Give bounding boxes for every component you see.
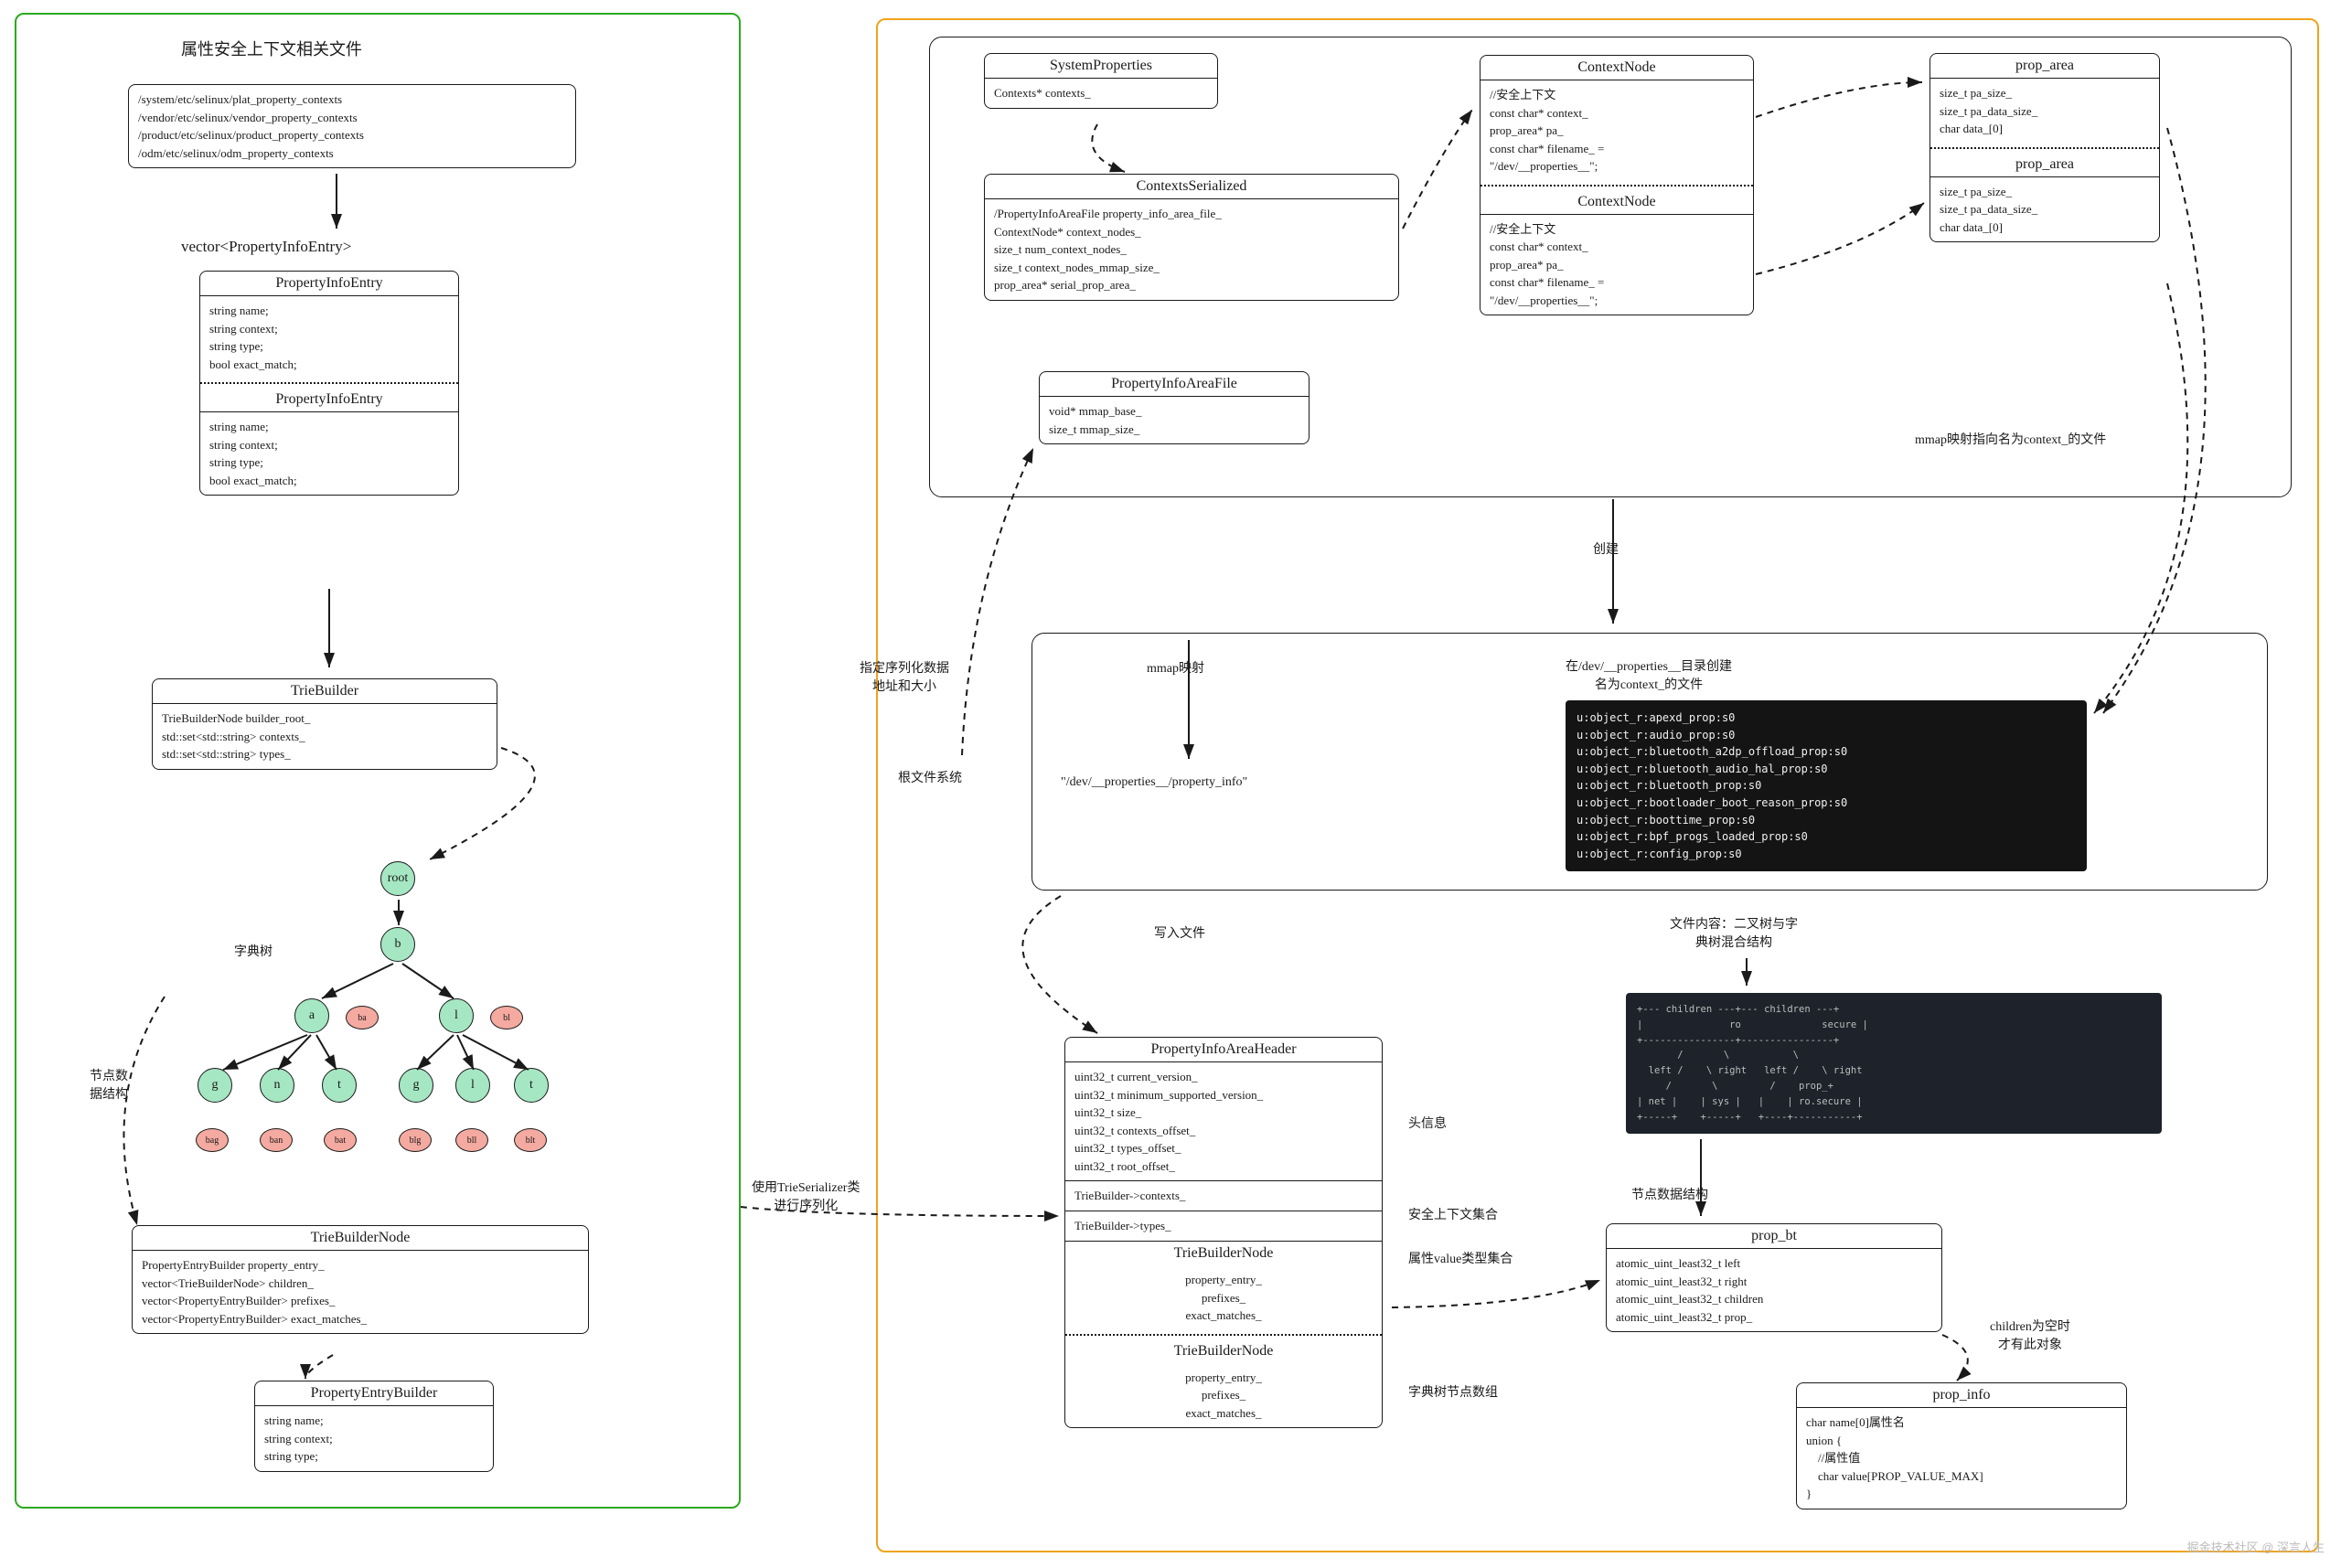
pie-body-1: string name; string context; string type…: [200, 296, 458, 379]
cn-title-1: ContextNode: [1480, 56, 1753, 80]
system-properties-box: SystemProperties Contexts* contexts_: [984, 53, 1218, 109]
context-node-box-1: ContextNode //安全上下文 const char* context_…: [1480, 55, 1754, 315]
contexts-serialized-box: ContextsSerialized /PropertyInfoAreaFile…: [984, 174, 1399, 301]
mmap-file-label: mmap映射指向名为context_的文件: [1915, 430, 2106, 448]
pie-body-2: string name; string context; string type…: [200, 412, 458, 495]
create-label: 创建: [1593, 539, 1619, 558]
node-t: t: [322, 1068, 357, 1103]
leaf-bag: bag: [196, 1128, 229, 1152]
leaf-bll: bll: [455, 1128, 488, 1152]
cs-body: /PropertyInfoAreaFile property_info_area…: [985, 199, 1398, 300]
ctx-label: 安全上下文集合: [1408, 1205, 1498, 1223]
children-label: children为空时 才有此对象: [1990, 1317, 2070, 1353]
pa-title-2: prop_area: [1930, 153, 2159, 177]
leaf-bat: bat: [324, 1128, 357, 1152]
leaf-bl: bl: [490, 1006, 523, 1029]
selinux-code: u:object_r:apexd_prop:s0 u:object_r:audi…: [1566, 700, 2087, 871]
tbn-nb2: property_entry_ prefixes_ exact_matches_: [1065, 1363, 1382, 1428]
node-a: a: [294, 998, 329, 1033]
pbt-title: prop_bt: [1607, 1224, 1941, 1249]
tbn-title: TrieBuilderNode: [133, 1226, 588, 1251]
hdr-label: 头信息: [1408, 1114, 1447, 1132]
leaf-ba: ba: [346, 1006, 379, 1029]
pinfo-title: prop_info: [1797, 1383, 2126, 1408]
cn-body-1: //安全上下文 const char* context_ prop_area* …: [1480, 80, 1753, 181]
piah-title: PropertyInfoAreaHeader: [1065, 1038, 1382, 1062]
trie-builder-box: TrieBuilder TrieBuilderNode builder_root…: [152, 678, 497, 770]
type-label: 属性value类型集合: [1408, 1249, 1513, 1267]
rootfs-label: 根文件系统: [898, 768, 962, 786]
propinfo-path: "/dev/__properties__/property_info": [1061, 775, 1247, 790]
watermark: 掘金技术社区 @ 深言人生: [2187, 1538, 2325, 1555]
piaf-title: PropertyInfoAreaFile: [1040, 372, 1309, 397]
pa-title-1: prop_area: [1930, 54, 2159, 79]
node-ds-label2: 节点数据结构: [1631, 1185, 1708, 1203]
pa-body-1: size_t pa_size_ size_t pa_data_size_ cha…: [1930, 79, 2159, 144]
leaf-blt: blt: [514, 1128, 547, 1152]
left-title: 属性安全上下文相关文件: [181, 37, 362, 60]
devdir-label: 在/dev/__properties__目录创建 名为context_的文件: [1566, 656, 1732, 693]
tbn-n1: TrieBuilderNode: [1065, 1242, 1382, 1265]
tb-body: TrieBuilderNode builder_root_ std::set<s…: [153, 704, 497, 769]
cn-title-2: ContextNode: [1480, 190, 1753, 215]
leaf-blg: blg: [399, 1128, 432, 1152]
node-l: l: [439, 998, 474, 1033]
write-label: 写入文件: [1154, 923, 1205, 942]
node-l2: l: [455, 1068, 490, 1103]
node-n: n: [260, 1068, 294, 1103]
pie-title-2: PropertyInfoEntry: [200, 388, 458, 412]
cn-body-2: //安全上下文 const char* context_ prop_area* …: [1480, 215, 1753, 315]
addr-label: 指定序列化数据 地址和大小: [860, 658, 949, 695]
files-text: /system/etc/selinux/plat_property_contex…: [129, 85, 575, 167]
property-info-entry-box: PropertyInfoEntry string name; string co…: [199, 271, 459, 496]
tbn-n2: TrieBuilderNode: [1065, 1339, 1382, 1363]
trie-builder-node-box: TrieBuilderNode PropertyEntryBuilder pro…: [132, 1225, 589, 1334]
content-label: 文件内容：二叉树与字 典树混合结构: [1670, 914, 1798, 951]
pinfo-body: char name[0]属性名 union { //属性值 char value…: [1797, 1408, 2126, 1509]
node-ds-label: 节点数 据结构: [90, 1066, 128, 1103]
node-g: g: [198, 1068, 232, 1103]
sp-title: SystemProperties: [985, 54, 1217, 79]
tb-ctx: TrieBuilder->contexts_: [1065, 1180, 1382, 1211]
node-b: b: [380, 927, 415, 962]
pa-body-2: size_t pa_size_ size_t pa_data_size_ cha…: [1930, 177, 2159, 242]
peb-title: PropertyEntryBuilder: [255, 1381, 493, 1406]
pbt-body: atomic_uint_least32_t left atomic_uint_l…: [1607, 1249, 1941, 1331]
prop-area-box: prop_area size_t pa_size_ size_t pa_data…: [1929, 53, 2160, 242]
tb-title: TrieBuilder: [153, 679, 497, 704]
serialize-label: 使用TrieSerializer类 进行序列化: [752, 1178, 860, 1214]
tree-ascii: +--- children ---+--- children ---+ | ro…: [1626, 993, 2162, 1134]
piah-body: uint32_t current_version_ uint32_t minim…: [1065, 1062, 1382, 1180]
sp-body: Contexts* contexts_: [985, 79, 1217, 108]
node-g2: g: [399, 1068, 433, 1103]
prop-info-box: prop_info char name[0]属性名 union { //属性值 …: [1796, 1382, 2127, 1509]
mmap-label: mmap映射: [1147, 658, 1204, 677]
tree-label: 字典树: [234, 942, 273, 960]
cs-title: ContextsSerialized: [985, 175, 1398, 199]
property-info-area-header-box: PropertyInfoAreaHeader uint32_t current_…: [1064, 1037, 1383, 1428]
vector-label: vector<PropertyInfoEntry>: [181, 238, 351, 256]
piaf-body: void* mmap_base_ size_t mmap_size_: [1040, 397, 1309, 443]
node-root: root: [380, 861, 415, 896]
tb-types: TrieBuilder->types_: [1065, 1211, 1382, 1241]
trie-arr-label: 字典树节点数组: [1408, 1382, 1498, 1401]
tbn-body: PropertyEntryBuilder property_entry_ vec…: [133, 1251, 588, 1333]
files-box: /system/etc/selinux/plat_property_contex…: [128, 84, 576, 168]
pie-title-1: PropertyInfoEntry: [200, 272, 458, 296]
peb-body: string name; string context; string type…: [255, 1406, 493, 1471]
tbn-nb1: property_entry_ prefixes_ exact_matches_: [1065, 1265, 1382, 1330]
node-t2: t: [514, 1068, 549, 1103]
prop-bt-box: prop_bt atomic_uint_least32_t left atomi…: [1606, 1223, 1942, 1332]
leaf-ban: ban: [260, 1128, 293, 1152]
property-entry-builder-box: PropertyEntryBuilder string name; string…: [254, 1381, 494, 1472]
property-info-area-file-box: PropertyInfoAreaFile void* mmap_base_ si…: [1039, 371, 1309, 444]
